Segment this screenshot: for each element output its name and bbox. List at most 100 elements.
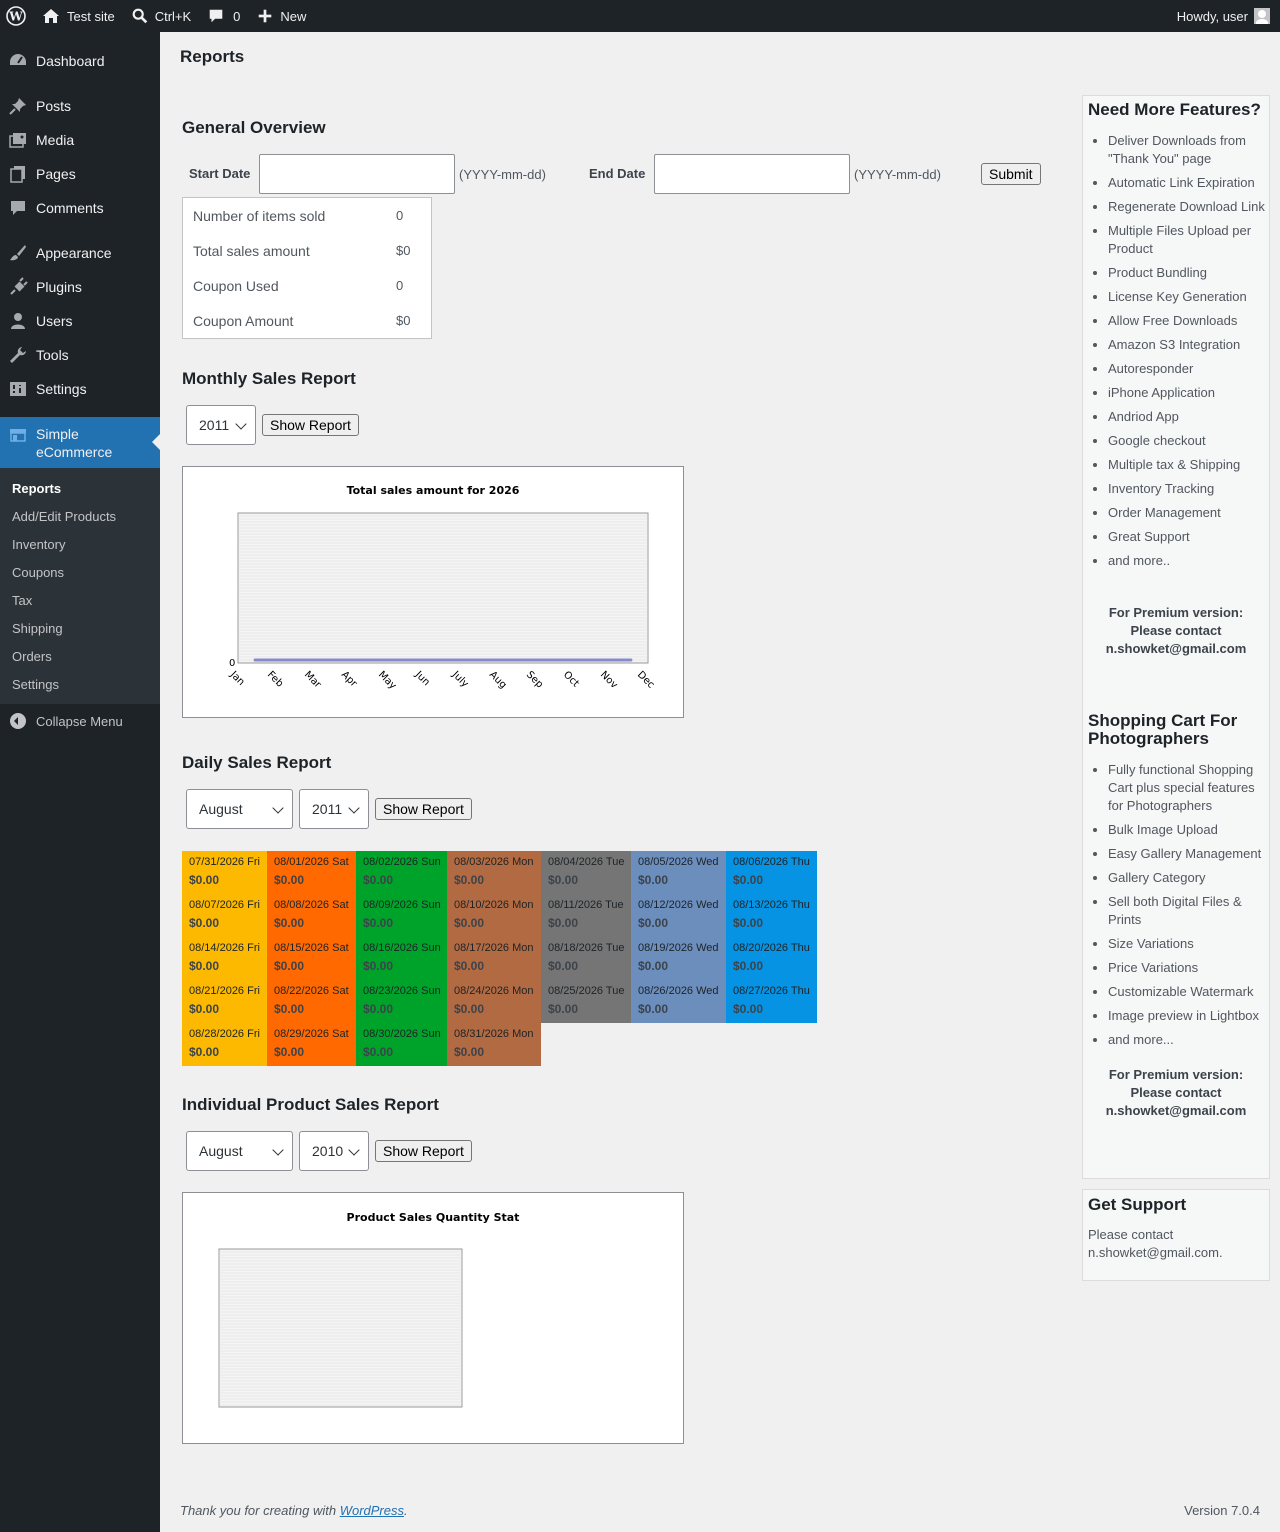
store-icon bbox=[8, 425, 28, 445]
start-date-label: Start Date bbox=[189, 166, 251, 181]
photographers-feature-item: Sell both Digital Files & Prints bbox=[1108, 893, 1268, 929]
wrench-icon bbox=[8, 345, 28, 365]
data-point bbox=[595, 658, 599, 662]
product-chart bbox=[218, 1248, 463, 1408]
submenu-item-tax[interactable]: Tax bbox=[12, 593, 32, 608]
data-point bbox=[356, 658, 360, 662]
my-account-menu[interactable]: Howdy, user bbox=[1169, 0, 1280, 32]
menu-item-plugins[interactable]: Plugins bbox=[0, 270, 160, 304]
plot-area bbox=[218, 1248, 463, 1408]
overview-row: Number of items sold 0 bbox=[193, 208, 421, 228]
data-point bbox=[321, 658, 325, 662]
wordpress-logo-menu[interactable]: W bbox=[0, 0, 33, 32]
calendar-day-date: 07/31/2026 Fri bbox=[189, 856, 260, 868]
menu-item-posts[interactable]: Posts bbox=[0, 89, 160, 123]
media-icon bbox=[8, 130, 28, 150]
submenu-item-coupons[interactable]: Coupons bbox=[12, 565, 64, 580]
menu-item-appearance[interactable]: Appearance bbox=[0, 236, 160, 270]
chevron-down-icon bbox=[348, 1144, 360, 1156]
calendar-day-amount: $0.00 bbox=[274, 959, 305, 973]
submenu-item-inventory[interactable]: Inventory bbox=[12, 537, 65, 552]
submenu-item-add-edit-products[interactable]: Add/Edit Products bbox=[12, 509, 116, 524]
page-title: Reports bbox=[180, 47, 245, 66]
photographers-feature-item: Fully functional Shopping Cart plus spec… bbox=[1108, 761, 1268, 815]
overview-row: Coupon Amount $0 bbox=[193, 313, 421, 333]
search-icon bbox=[132, 8, 147, 24]
menu-item-settings[interactable]: Settings bbox=[0, 372, 160, 406]
menu-item-dashboard[interactable]: Dashboard bbox=[0, 44, 160, 78]
comments-link[interactable]: 0 bbox=[199, 0, 248, 32]
calendar-day-date: 08/25/2026 Tue bbox=[548, 985, 625, 997]
monthly-chart-container: Total sales amount for 2026 0 Jan Feb Mar Ap… bbox=[182, 466, 684, 718]
feature-item: Regenerate Download Link bbox=[1108, 198, 1268, 216]
daily-sales-heading: Daily Sales Report bbox=[182, 753, 332, 772]
calendar-day-cell: 08/13/2026 Thu $0.00 bbox=[726, 894, 817, 937]
menu-label: Appearance bbox=[36, 245, 112, 261]
command-palette-button[interactable]: Ctrl+K bbox=[123, 0, 199, 32]
daily-year-select[interactable]: 2011 bbox=[299, 789, 369, 829]
menu-label: Comments bbox=[36, 200, 104, 216]
x-tick-label: Jun bbox=[412, 669, 432, 689]
x-tick-label: Nov bbox=[598, 669, 620, 691]
overview-label: Coupon Amount bbox=[193, 313, 294, 329]
features-box: Need More Features? Deliver Downloads fr… bbox=[1082, 95, 1270, 1179]
x-tick-label: Jan bbox=[227, 669, 246, 688]
monthly-chart: 0Jan Feb Mar Apr May Jun July Aug Sep Oct Nov Dec bbox=[227, 512, 656, 692]
photographers-heading-line1: Shopping Cart For bbox=[1088, 711, 1238, 730]
product-month-select[interactable]: August bbox=[186, 1131, 293, 1171]
monthly-year-select[interactable]: 2011 bbox=[186, 405, 256, 445]
site-name-link[interactable]: Test site bbox=[33, 0, 123, 32]
calendar-day-cell: 08/25/2026 Tue $0.00 bbox=[541, 980, 631, 1023]
menu-item-users[interactable]: Users bbox=[0, 304, 160, 338]
calendar-day-cell: 08/10/2026 Mon $0.00 bbox=[447, 894, 541, 937]
feature-item: Product Bundling bbox=[1108, 264, 1268, 282]
feature-item: Order Management bbox=[1108, 504, 1268, 522]
calendar-day-cell: 08/07/2026 Fri $0.00 bbox=[182, 894, 267, 937]
menu-label: Tools bbox=[36, 347, 69, 363]
monthly-show-report-button[interactable]: Show Report bbox=[262, 414, 359, 436]
end-date-input[interactable] bbox=[654, 154, 850, 194]
submenu-item-shipping[interactable]: Shipping bbox=[12, 621, 63, 636]
submenu-item-reports[interactable]: Reports bbox=[12, 481, 61, 496]
calendar-day-date: 08/24/2026 Mon bbox=[454, 985, 534, 997]
photographers-list: Fully functional Shopping Cart plus spec… bbox=[1088, 761, 1268, 1055]
menu-item-tools[interactable]: Tools bbox=[0, 338, 160, 372]
product-show-report-button[interactable]: Show Report bbox=[375, 1140, 472, 1162]
wordpress-link[interactable]: WordPress bbox=[340, 1503, 404, 1518]
calendar-day-amount: $0.00 bbox=[548, 1002, 579, 1016]
footer-thanks: Thank you for creating with WordPress. bbox=[180, 1503, 408, 1518]
start-date-format-hint: (YYYY-mm-dd) bbox=[459, 167, 546, 182]
calendar-day-date: 08/01/2026 Sat bbox=[274, 856, 349, 868]
product-year-select[interactable]: 2010 bbox=[299, 1131, 369, 1171]
calendar-day-amount: $0.00 bbox=[189, 1002, 220, 1016]
calendar-day-amount: $0.00 bbox=[454, 916, 485, 930]
collapse-menu-button[interactable]: Collapse Menu bbox=[0, 710, 160, 732]
comment-bubble-icon bbox=[209, 9, 223, 23]
daily-month-select[interactable]: August bbox=[186, 789, 293, 829]
photographers-feature-item: Image preview in Lightbox bbox=[1108, 1007, 1268, 1025]
feature-item: License Key Generation bbox=[1108, 288, 1268, 306]
daily-show-report-button[interactable]: Show Report bbox=[375, 798, 472, 820]
selected-year: 2011 bbox=[312, 801, 343, 817]
calendar-day-date: 08/18/2026 Tue bbox=[548, 942, 625, 954]
new-content-menu[interactable]: New bbox=[248, 0, 314, 32]
menu-item-media[interactable]: Media bbox=[0, 123, 160, 157]
submit-button[interactable]: Submit bbox=[981, 163, 1041, 185]
calendar-day-amount: $0.00 bbox=[274, 916, 305, 930]
premium-email: n.showket@gmail.com bbox=[1105, 641, 1247, 656]
calendar-day-amount: $0.00 bbox=[638, 1002, 669, 1016]
x-tick-label: Oct bbox=[561, 669, 581, 689]
menu-item-comments[interactable]: Comments bbox=[0, 191, 160, 225]
calendar-day-amount: $0.00 bbox=[454, 1045, 485, 1059]
calendar-day-date: 08/30/2026 Sun bbox=[363, 1028, 441, 1040]
new-label: New bbox=[280, 8, 307, 24]
menu-item-pages[interactable]: Pages bbox=[0, 157, 160, 191]
submenu-item-settings[interactable]: Settings bbox=[12, 677, 59, 692]
premium-note: For Premium version: Please contact n.sh… bbox=[1083, 604, 1269, 658]
calendar-day-date: 08/02/2026 Sun bbox=[363, 856, 441, 868]
menu-label: Posts bbox=[36, 98, 72, 114]
photographers-feature-item: Customizable Watermark bbox=[1108, 983, 1268, 1001]
submenu-item-orders[interactable]: Orders bbox=[12, 649, 52, 664]
menu-item-simple-ecommerce[interactable]: Simple eCommerce bbox=[0, 417, 160, 469]
start-date-input[interactable] bbox=[259, 154, 455, 194]
